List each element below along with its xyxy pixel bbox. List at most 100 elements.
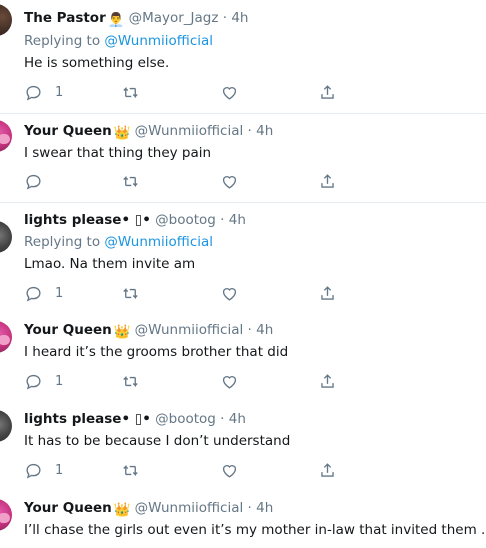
avatar[interactable] xyxy=(0,321,12,353)
separator: · xyxy=(247,123,252,139)
tweet-header: Your Queen 👑 @Wunmiiofficial · 4h xyxy=(24,322,273,340)
reply-count: 1 xyxy=(55,84,64,100)
share-button[interactable] xyxy=(318,460,337,480)
avatar[interactable] xyxy=(0,499,12,531)
reply-button[interactable] xyxy=(24,171,55,191)
like-icon xyxy=(222,287,237,301)
divider xyxy=(0,202,486,203)
avatar[interactable] xyxy=(0,221,12,253)
retweet-button[interactable] xyxy=(121,460,140,480)
author-name[interactable]: Your Queen xyxy=(24,500,112,516)
tweet-actions: 1 xyxy=(24,82,344,102)
like-button[interactable] xyxy=(220,171,239,191)
author-handle[interactable]: @Mayor_Jagz xyxy=(129,10,219,26)
retweet-icon xyxy=(123,375,138,387)
reply-icon xyxy=(26,174,41,189)
tweet-actions xyxy=(24,171,344,191)
like-button[interactable] xyxy=(220,371,239,391)
tweet-text: He is something else. xyxy=(24,55,170,71)
separator: · xyxy=(247,322,252,338)
like-button[interactable] xyxy=(220,283,239,303)
retweet-button[interactable] xyxy=(121,82,140,102)
like-icon xyxy=(222,464,237,478)
avatar[interactable] xyxy=(0,4,12,36)
avatar[interactable] xyxy=(0,120,12,152)
crown-emoji: 👑 xyxy=(113,125,131,141)
share-button[interactable] xyxy=(318,371,337,391)
timestamp[interactable]: 4h xyxy=(229,212,246,228)
like-icon xyxy=(222,175,237,189)
retweet-button[interactable] xyxy=(121,283,140,303)
reply-button[interactable]: 1 xyxy=(24,283,63,303)
crown-emoji: 👑 xyxy=(113,324,131,340)
replying-prefix: Replying to xyxy=(24,33,101,49)
author-name[interactable]: lights please• ▯• xyxy=(24,212,151,228)
retweet-icon xyxy=(123,86,138,98)
timestamp[interactable]: 4h xyxy=(256,500,273,516)
share-button[interactable] xyxy=(318,171,337,191)
timestamp[interactable]: 4h xyxy=(229,411,246,427)
tweet-actions: 1 xyxy=(24,283,344,303)
author-name[interactable]: Your Queen xyxy=(24,123,112,139)
tweet-header: Your Queen 👑 @Wunmiiofficial · 4h xyxy=(24,123,273,141)
separator: · xyxy=(222,10,228,26)
author-handle[interactable]: @bootog xyxy=(155,411,216,427)
author-handle[interactable]: @bootog xyxy=(155,212,216,228)
tweet-header: Your Queen 👑 @Wunmiiofficial · 4h xyxy=(24,500,273,518)
tweet-text: I swear that thing they pain xyxy=(24,145,212,161)
tweet-text: Lmao. Na them invite am xyxy=(24,256,196,272)
like-button[interactable] xyxy=(220,460,239,480)
tweet-header: lights please• ▯• @bootog · 4h xyxy=(24,411,246,427)
reply-count: 1 xyxy=(55,462,64,478)
retweet-icon xyxy=(123,464,138,476)
emoji: 👨‍💼 xyxy=(107,12,125,28)
separator: · xyxy=(247,500,252,516)
retweet-button[interactable] xyxy=(121,171,140,191)
author-handle[interactable]: @Wunmiiofficial xyxy=(135,500,244,516)
replying-prefix: Replying to xyxy=(24,234,101,250)
reply-button[interactable]: 1 xyxy=(24,82,63,102)
replying-handle-link[interactable]: @Wunmiiofficial xyxy=(104,33,213,49)
reply-icon xyxy=(26,286,41,301)
author-name[interactable]: The Pastor xyxy=(24,10,106,26)
like-button[interactable] xyxy=(220,82,239,102)
separator: · xyxy=(220,411,225,427)
reply-button[interactable]: 1 xyxy=(24,460,63,480)
reply-count: 1 xyxy=(55,373,64,389)
reply-button[interactable]: 1 xyxy=(24,371,63,391)
share-button[interactable] xyxy=(318,283,337,303)
author-name[interactable]: lights please• ▯• xyxy=(24,411,151,427)
reply-icon xyxy=(26,85,41,100)
share-icon xyxy=(321,462,334,477)
retweet-button[interactable] xyxy=(121,371,140,391)
like-icon xyxy=(222,375,237,389)
separator: · xyxy=(220,212,225,228)
tweet-text: I’ll chase the girls out even it’s my mo… xyxy=(24,522,486,538)
tweet-header: lights please• ▯• @bootog · 4h xyxy=(24,212,246,228)
like-icon xyxy=(222,86,237,100)
share-icon xyxy=(321,173,334,188)
share-icon xyxy=(321,285,334,300)
replying-handle-link[interactable]: @Wunmiiofficial xyxy=(104,234,213,250)
share-icon xyxy=(321,373,334,388)
author-name[interactable]: Your Queen xyxy=(24,322,112,338)
author-handle[interactable]: @Wunmiiofficial xyxy=(135,123,244,139)
tweet-text: I heard it’s the grooms brother that did xyxy=(24,344,289,360)
timestamp[interactable]: 4h xyxy=(256,123,273,139)
author-handle[interactable]: @Wunmiiofficial xyxy=(135,322,244,338)
avatar[interactable] xyxy=(0,410,12,442)
timestamp[interactable]: 4h xyxy=(231,10,248,26)
timestamp[interactable]: 4h xyxy=(256,322,273,338)
tweet-actions: 1 xyxy=(24,371,344,391)
reply-icon xyxy=(26,463,41,478)
crown-emoji: 👑 xyxy=(113,502,131,518)
retweet-icon xyxy=(123,175,138,187)
replying-to: Replying to @Wunmiiofficial xyxy=(24,234,213,250)
reply-count: 1 xyxy=(55,285,64,301)
share-button[interactable] xyxy=(318,82,337,102)
replying-to: Replying to @Wunmiiofficial xyxy=(24,33,213,49)
tweet-actions: 1 xyxy=(24,460,344,480)
divider xyxy=(0,113,486,114)
share-icon xyxy=(321,84,334,99)
tweet-text: It has to be because I don’t understand xyxy=(24,433,291,449)
